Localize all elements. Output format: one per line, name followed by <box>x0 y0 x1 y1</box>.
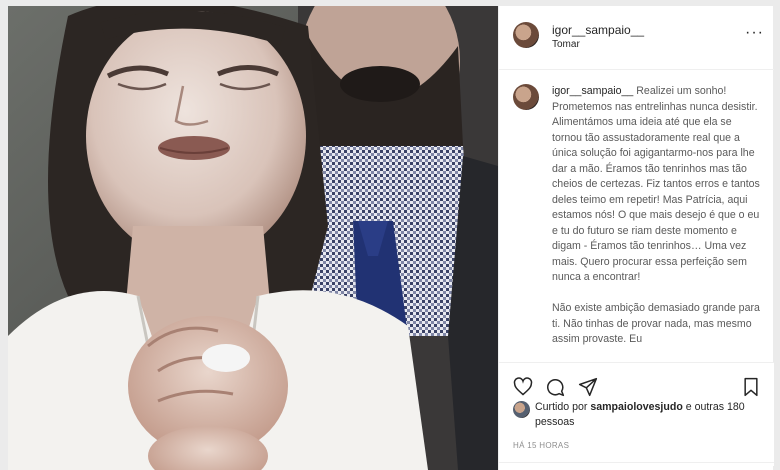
likes-summary: Curtido por sampaiolovesjudo e outras 18… <box>513 397 765 430</box>
caption-scroll-area[interactable]: igor__sampaio__ Realizei um sonho! Promet… <box>499 70 774 362</box>
bookmark-icon[interactable] <box>742 377 760 397</box>
caption-paragraph-2: Não existe ambição demasiado grande para… <box>552 302 760 345</box>
caption-username[interactable]: igor__sampaio__ <box>552 85 633 97</box>
liker-username[interactable]: sampaiolovesjudo <box>590 401 682 413</box>
heart-icon[interactable] <box>513 377 533 397</box>
post-caption: igor__sampaio__ Realizei um sonho! Promet… <box>552 84 764 362</box>
comment-icon[interactable] <box>545 377 565 397</box>
author-username[interactable]: igor__sampaio__ <box>552 23 644 37</box>
post-location[interactable]: Tomar <box>552 39 580 50</box>
more-horizontal-icon[interactable]: ··· <box>745 24 764 42</box>
likes-text[interactable]: Curtido por sampaiolovesjudo e outras 18… <box>535 400 765 430</box>
post-photo[interactable] <box>8 6 498 470</box>
author-avatar[interactable] <box>513 22 539 48</box>
post-side-panel: igor__sampaio__ Tomar ··· igor__sampaio_… <box>498 6 774 470</box>
share-icon[interactable] <box>578 377 598 397</box>
post-image <box>8 6 498 470</box>
caption-paragraph-1: igor__sampaio__ Realizei um sonho! Promet… <box>552 84 764 286</box>
post-header: igor__sampaio__ Tomar ··· <box>499 6 774 70</box>
caption-avatar[interactable] <box>513 84 539 110</box>
liker-avatar[interactable] <box>513 401 530 418</box>
instagram-post-modal: igor__sampaio__ Tomar ··· igor__sampaio_… <box>0 0 780 470</box>
comment-box-edge <box>499 462 774 470</box>
post-actions: Curtido por sampaiolovesjudo e outras 18… <box>499 362 774 466</box>
post-timestamp[interactable]: HÁ 15 HORAS <box>513 441 569 450</box>
caption-text-1: Realizei um sonho! Prometemos nas entrel… <box>552 85 760 283</box>
likes-prefix: Curtido por <box>535 401 591 413</box>
